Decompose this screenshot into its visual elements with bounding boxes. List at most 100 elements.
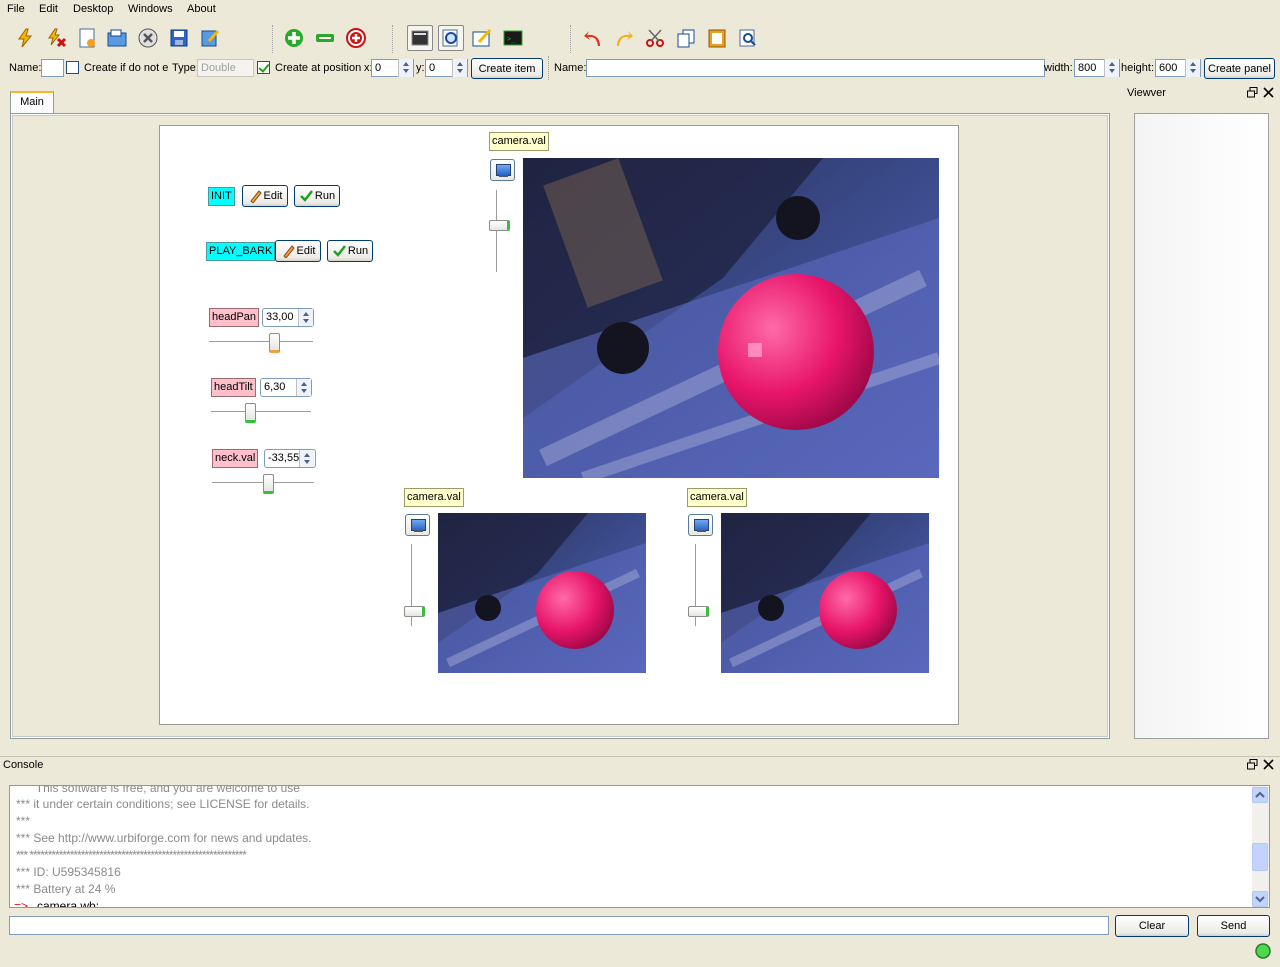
console-line: *** (16, 814, 31, 828)
camera-1-slider-thumb[interactable] (404, 606, 425, 617)
create-item-button[interactable]: Create item (471, 58, 543, 79)
cut-icon[interactable] (642, 25, 668, 51)
console-prompt: => (14, 899, 29, 908)
camera-image-1 (438, 513, 646, 673)
new-icon[interactable] (74, 25, 100, 51)
panel-name-label: Name: (554, 62, 587, 74)
y-spinner[interactable] (452, 59, 467, 77)
editor-icon[interactable] (469, 25, 495, 51)
camera-monitor-icon[interactable] (405, 514, 430, 536)
headtilt-slider-thumb[interactable] (244, 403, 256, 423)
toolbar-separator (570, 25, 572, 53)
disconnect-icon[interactable] (43, 25, 69, 51)
camera-monitor-icon[interactable] (490, 159, 515, 181)
close-icon[interactable] (1263, 759, 1274, 770)
script-name-init: INIT (208, 187, 235, 206)
float-icon[interactable] (1247, 87, 1258, 98)
float-icon[interactable] (1247, 759, 1258, 770)
camera-label-1: camera.val (404, 488, 464, 507)
console-line: *** ************************************… (16, 848, 247, 862)
connection-status-icon (1255, 943, 1271, 959)
scroll-thumb[interactable] (1252, 843, 1268, 871)
close-icon[interactable] (135, 25, 161, 51)
send-button[interactable]: Send (1197, 915, 1270, 937)
console-scrollbar[interactable] (1252, 786, 1269, 907)
create-panel-button[interactable]: Create panel (1204, 58, 1275, 79)
create-at-position-checkbox[interactable] (257, 61, 270, 74)
item-name-input[interactable] (41, 59, 64, 77)
svg-text:>_: >_ (507, 35, 516, 43)
gui-panel: INIT Edit Run PLAY_BARK Edit Run headPan… (159, 125, 959, 725)
camera-main-slider-thumb[interactable] (489, 220, 510, 231)
toolbar-separator (272, 25, 274, 53)
delete-icon[interactable] (343, 25, 369, 51)
redo-icon[interactable] (611, 25, 637, 51)
menu-desktop[interactable]: Desktop (73, 3, 113, 15)
viewer-title: Viewver (1127, 87, 1166, 99)
menu-windows[interactable]: Windows (128, 3, 173, 15)
close-icon[interactable] (1263, 87, 1274, 98)
console-input[interactable] (9, 916, 1109, 935)
scroll-down-button[interactable] (1252, 891, 1268, 907)
height-spinner[interactable] (1185, 59, 1200, 77)
play-bark-run-button[interactable]: Run (327, 240, 373, 262)
scroll-up-button[interactable] (1252, 787, 1268, 803)
variable-name-headtilt: headTilt (211, 378, 256, 397)
headpan-slider[interactable] (209, 341, 313, 345)
init-run-button[interactable]: Run (294, 185, 340, 207)
copy-icon[interactable] (673, 25, 699, 51)
zoom-icon[interactable] (438, 25, 464, 51)
type-label: Type: (172, 62, 199, 74)
main-toolbar: >_ (0, 21, 1280, 55)
create-at-label: Create at position (275, 62, 362, 74)
item-name-label: Name: (9, 62, 42, 74)
headpan-slider-thumb[interactable] (269, 333, 281, 353)
toolbar-separator (392, 25, 394, 53)
camera-main-slider[interactable] (496, 190, 500, 272)
menu-bar: File Edit Desktop Windows About (0, 0, 1280, 20)
menu-about[interactable]: About (187, 3, 216, 15)
panel-name-input[interactable] (586, 59, 1045, 77)
add-icon[interactable] (281, 25, 307, 51)
init-edit-button[interactable]: Edit (242, 185, 288, 207)
y-label: y: (416, 62, 425, 74)
neck-spinner[interactable] (299, 450, 314, 467)
remove-icon[interactable] (312, 25, 338, 51)
script-name-play-bark: PLAY_BARK (206, 242, 276, 261)
save-icon[interactable] (166, 25, 192, 51)
find-icon[interactable] (735, 25, 761, 51)
tab-main[interactable]: Main (10, 91, 54, 113)
play-bark-edit-button[interactable]: Edit (275, 240, 321, 262)
console-line: *** Battery at 24 % (16, 882, 116, 896)
paste-icon[interactable] (704, 25, 730, 51)
headpan-spinner[interactable] (298, 309, 313, 326)
edit-label: Edit (296, 245, 316, 257)
pencil-icon (282, 245, 295, 258)
type-select[interactable]: Double (197, 59, 254, 77)
x-spinner[interactable] (398, 59, 413, 77)
width-spinner[interactable] (1104, 59, 1119, 77)
edit-label: Edit (263, 190, 283, 202)
camera-monitor-icon[interactable] (688, 514, 713, 536)
menu-edit[interactable]: Edit (39, 3, 58, 15)
console-line: *** it under certain conditions; see LIC… (16, 797, 310, 811)
undo-icon[interactable] (580, 25, 606, 51)
clear-button[interactable]: Clear (1115, 915, 1189, 937)
variable-name-neck: neck.val (212, 449, 259, 468)
edit-icon[interactable] (197, 25, 223, 51)
camera-image-main (523, 158, 939, 478)
menu-file[interactable]: File (7, 3, 25, 15)
neck-slider-thumb[interactable] (262, 474, 274, 494)
width-label: width: (1044, 62, 1073, 74)
console-icon[interactable] (407, 25, 433, 51)
camera-2-slider-thumb[interactable] (688, 606, 709, 617)
headtilt-spinner[interactable] (296, 379, 311, 396)
console-output[interactable]: This software is free, and you are welco… (9, 785, 1270, 908)
open-icon[interactable] (104, 25, 130, 51)
headtilt-slider[interactable] (211, 411, 311, 415)
connect-icon[interactable] (12, 25, 38, 51)
console-line: This software is free, and you are welco… (16, 785, 300, 795)
terminal-icon[interactable]: >_ (500, 25, 526, 51)
create-if-not-exist-checkbox[interactable] (66, 61, 79, 74)
create-if-label: Create if do not e (84, 62, 169, 74)
